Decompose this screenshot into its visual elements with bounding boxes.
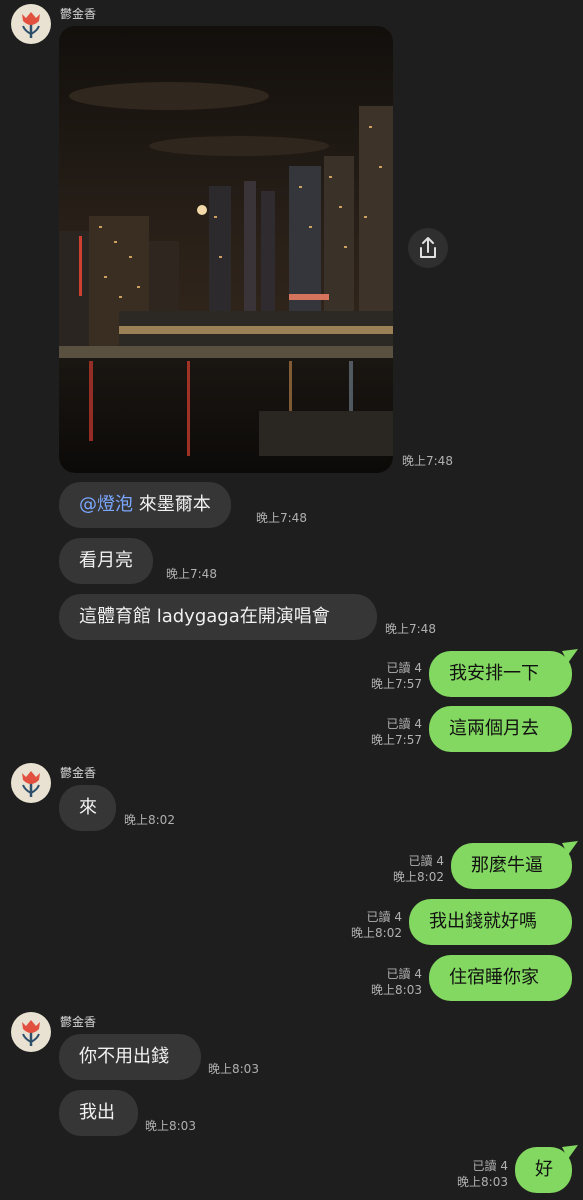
read-receipt: 已讀 4 (386, 661, 422, 675)
sender-name: 鬱金香 (60, 7, 97, 21)
message-bubble-incoming[interactable]: 來 (59, 785, 116, 831)
mention-link[interactable]: @燈泡 (79, 494, 133, 515)
message-bubble-incoming[interactable]: @燈泡 來墨爾本 (59, 482, 231, 528)
photo-message[interactable] (59, 26, 393, 473)
message-bubble-outgoing[interactable]: 好 (515, 1145, 578, 1193)
message-bubble-incoming[interactable]: 看月亮 (59, 538, 153, 584)
sender-avatar[interactable] (11, 763, 51, 803)
message-time: 晚上8:02 (393, 870, 444, 884)
bubble-tail (562, 649, 578, 663)
message-time: 晚上8:02 (351, 926, 402, 940)
message-text: 這體育館 ladygaga在開演唱會 (79, 606, 330, 627)
message-status: 已讀 4 晚上7:57 (340, 716, 422, 748)
message-status: 已讀 4 晚上8:02 (362, 853, 444, 885)
message-time: 晚上7:48 (385, 622, 436, 636)
message-time: 晚上8:03 (145, 1119, 196, 1133)
message-time: 晚上7:48 (166, 567, 217, 581)
message-text: 這兩個月去 (449, 718, 539, 739)
read-receipt: 已讀 4 (366, 910, 402, 924)
message-time: 晚上7:57 (371, 733, 422, 747)
message-status: 已讀 4 晚上7:57 (340, 660, 422, 692)
message-bubble-outgoing[interactable]: 那麼牛逼 (451, 841, 578, 889)
message-text: 你不用出錢 (79, 1046, 169, 1067)
bubble-tail (562, 841, 578, 855)
message-text: 來墨爾本 (133, 494, 211, 515)
message-time: 晚上8:02 (124, 813, 175, 827)
read-receipt: 已讀 4 (408, 854, 444, 868)
message-status: 已讀 4 晚上8:02 (320, 909, 402, 941)
message-time: 晚上7:57 (371, 677, 422, 691)
message-status: 已讀 4 晚上8:03 (426, 1158, 508, 1190)
read-receipt: 已讀 4 (386, 967, 422, 981)
message-status: 已讀 4 晚上8:03 (340, 966, 422, 998)
message-bubble-outgoing[interactable]: 我出錢就好嗎 (409, 899, 572, 945)
read-receipt: 已讀 4 (386, 717, 422, 731)
message-time: 晚上7:48 (402, 454, 453, 468)
message-bubble-outgoing[interactable]: 這兩個月去 (429, 706, 572, 752)
message-bubble-outgoing[interactable]: 住宿睡你家 (429, 955, 572, 1001)
message-bubble-incoming[interactable]: 我出 (59, 1090, 138, 1136)
read-receipt: 已讀 4 (472, 1159, 508, 1173)
sender-avatar[interactable] (11, 4, 51, 44)
message-time: 晚上8:03 (371, 983, 422, 997)
message-time: 晚上7:48 (256, 511, 307, 525)
tulip-icon (22, 771, 40, 797)
bubble-tail (562, 1145, 578, 1159)
tulip-icon (22, 12, 40, 38)
message-bubble-incoming[interactable]: 這體育館 ladygaga在開演唱會 (59, 594, 377, 640)
share-icon (420, 237, 436, 258)
message-text: 來 (79, 797, 97, 818)
message-text: 我安排一下 (449, 663, 539, 684)
message-text: 我出錢就好嗎 (429, 911, 537, 932)
message-text: 看月亮 (79, 550, 133, 571)
message-bubble-incoming[interactable]: 你不用出錢 (59, 1034, 201, 1080)
message-text: 住宿睡你家 (449, 967, 539, 988)
message-time: 晚上8:03 (208, 1062, 259, 1076)
message-bubble-outgoing[interactable]: 我安排一下 (429, 649, 578, 697)
share-button[interactable] (408, 228, 448, 268)
city-night-photo (59, 26, 393, 473)
sender-avatar[interactable] (11, 1012, 51, 1052)
sender-name: 鬱金香 (60, 1015, 97, 1029)
sender-name: 鬱金香 (60, 766, 97, 780)
message-text: 好 (535, 1159, 553, 1180)
message-text: 那麼牛逼 (471, 855, 543, 876)
message-time: 晚上8:03 (457, 1175, 508, 1189)
message-text: 我出 (79, 1102, 115, 1123)
tulip-icon (22, 1020, 40, 1046)
